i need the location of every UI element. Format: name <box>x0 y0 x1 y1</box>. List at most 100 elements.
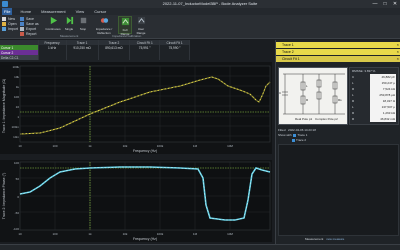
continuous-button[interactable]: Continuous <box>44 16 62 34</box>
save-as-label: Save as <box>26 21 39 26</box>
table-cell <box>66 55 99 60</box>
open-icon <box>2 21 6 26</box>
xtick: 1M <box>193 232 198 236</box>
stop-label: Stop <box>79 27 87 31</box>
phase-xlabel: Frequency (Hz) <box>133 237 157 241</box>
report-button[interactable]: Report <box>20 31 39 36</box>
impedance-button[interactable]: Impedance / Reflection <box>92 16 116 35</box>
circuit-fit-bar[interactable]: Circuit Fit 1 × <box>276 56 400 62</box>
save-label: Save <box>26 16 34 21</box>
ytick: 1 <box>17 115 19 119</box>
magnitude-graph[interactable]: Trace 1: Impedance Magnitude (Ω) 100k 10… <box>0 62 272 154</box>
stop-button[interactable]: Stop <box>76 16 90 34</box>
single-button[interactable]: Single <box>62 16 76 34</box>
full-range-icon <box>121 17 129 26</box>
tab-measurement[interactable]: Measurement <box>305 236 323 242</box>
circuit-schematic: C L R Real Pole p1 Complex Pole p2 Rs <box>279 73 345 121</box>
xtick: 10 <box>18 232 22 236</box>
import-icon <box>2 26 6 31</box>
save-as-button[interactable]: Save as <box>20 21 39 26</box>
ytick: -50 <box>15 211 20 215</box>
trace-1-close-icon[interactable]: × <box>397 42 399 48</box>
menu-bar: File Home Measurement View Cursor <box>0 8 400 15</box>
circuit-label: L <box>306 84 308 88</box>
magnitude-xticks: 10 100 1k 10k 100k 1M 10M <box>18 144 233 148</box>
show-with-row-2: Trace 2 <box>278 138 398 143</box>
trace-2-label: Trace 2 <box>282 50 294 54</box>
full-range-button[interactable]: Full Range <box>118 16 132 36</box>
export-button[interactable]: Export <box>20 26 39 31</box>
phase-graph[interactable]: Trace 2: Impedance Phase (°) 100 50 0 -5… <box>0 160 272 242</box>
menu-home[interactable]: Home <box>18 8 33 15</box>
trace-1-bar[interactable]: Trace 1 × <box>276 42 400 48</box>
ytick: 1k <box>16 85 20 89</box>
xtick: 1k <box>88 144 92 148</box>
play-icon <box>50 16 57 25</box>
circuit-label: Real Pole p1 <box>295 117 313 121</box>
save-as-icon <box>20 21 24 26</box>
panel-empty-area <box>278 144 399 236</box>
xtick: 100k <box>157 144 164 148</box>
ytick: 100k <box>12 65 19 69</box>
phase-xticks: 10 100 1k 10k 100k 1M 10M <box>18 232 233 236</box>
magnitude-xlabel: Frequency (Hz) <box>133 149 157 153</box>
plot-frame <box>19 65 271 143</box>
xtick: 1M <box>193 144 198 148</box>
magnitude-ylabel: Trace 1: Impedance Magnitude (Ω) <box>2 79 6 133</box>
circuit-fit-close-icon[interactable]: × <box>397 56 399 62</box>
minimize-button[interactable]: — <box>372 1 378 7</box>
trace-2-close-icon[interactable]: × <box>397 49 399 55</box>
tab-new-measure[interactable]: new measure <box>326 236 344 242</box>
value-field[interactable]: 46,832 mΩ <box>370 116 396 122</box>
phase-yticks: 100 50 0 -50 -100 <box>13 161 19 231</box>
value-row[interactable]: R 46,832 mΩ <box>350 116 398 122</box>
app-icon <box>2 1 8 7</box>
save-group: Save Save as Export Report <box>20 16 39 36</box>
phase-plot[interactable]: Trace 2: Impedance Phase (°) 100 50 0 -5… <box>0 160 272 242</box>
xtick: 100 <box>52 232 57 236</box>
single-icon <box>66 16 73 25</box>
fit-info: Fitted 2022-04-06 14:23:18 Show with Tra… <box>278 128 398 143</box>
user-range-button[interactable]: User Range <box>134 16 148 35</box>
export-icon <box>20 26 24 31</box>
stop-icon <box>80 17 86 24</box>
ytick: 0 <box>17 195 19 199</box>
xtick: 10 <box>18 144 22 148</box>
ytick: 10m <box>13 135 19 139</box>
table-row[interactable]: Delta C2-C1 <box>0 55 190 60</box>
xtick: 10k <box>123 232 128 236</box>
menu-file[interactable]: File <box>2 8 13 15</box>
report-icon <box>20 31 24 36</box>
magnitude-plot[interactable]: Trace 1: Impedance Magnitude (Ω) 100k 10… <box>0 62 272 154</box>
trace-1-checkbox[interactable] <box>293 133 297 137</box>
maximize-button[interactable]: □ <box>382 1 388 7</box>
trace-2-bar[interactable]: Trace 2 × <box>276 49 400 55</box>
trace-2-checkbox[interactable] <box>292 138 295 142</box>
circuit-diagram: C L R Real Pole p1 Complex Pole p2 Rs <box>278 67 348 125</box>
open-button[interactable]: Open <box>2 21 18 26</box>
trace-1-option: Trace 1 <box>297 133 308 137</box>
value-key: R <box>352 117 355 121</box>
menu-view[interactable]: View <box>74 8 87 15</box>
ytick: 100 <box>14 161 19 165</box>
import-label: Import <box>8 26 18 31</box>
menu-cursor[interactable]: Cursor <box>92 8 108 15</box>
fitted-label: Fitted <box>278 128 286 132</box>
table-cell <box>159 55 190 60</box>
import-button[interactable]: Import <box>2 26 18 31</box>
export-label: Export <box>26 26 37 31</box>
fit-values-box: RMSSE: 3.837 % C 46,882 pF L 150,247 μ R 7,… <box>349 67 399 125</box>
bottom-tabs: Measurement new measure <box>275 236 400 242</box>
trace-1-label: Trace 1 <box>282 43 294 47</box>
title-bar: 2022-11-07_InductorModel3BP - Bode Analy… <box>0 0 400 8</box>
close-button[interactable]: ✕ <box>392 1 398 7</box>
xtick: 10M <box>227 232 233 236</box>
show-with-label: Show with <box>278 133 292 137</box>
single-label: Single <box>64 27 74 31</box>
menu-measurement[interactable]: Measurement <box>39 8 67 15</box>
circuit-fit-label: Circuit Fit 1 <box>282 57 300 61</box>
xtick: 10k <box>123 144 128 148</box>
continuous-label: Continuous <box>45 27 61 31</box>
xtick: 10M <box>227 144 233 148</box>
circuit-label: C <box>279 91 282 95</box>
